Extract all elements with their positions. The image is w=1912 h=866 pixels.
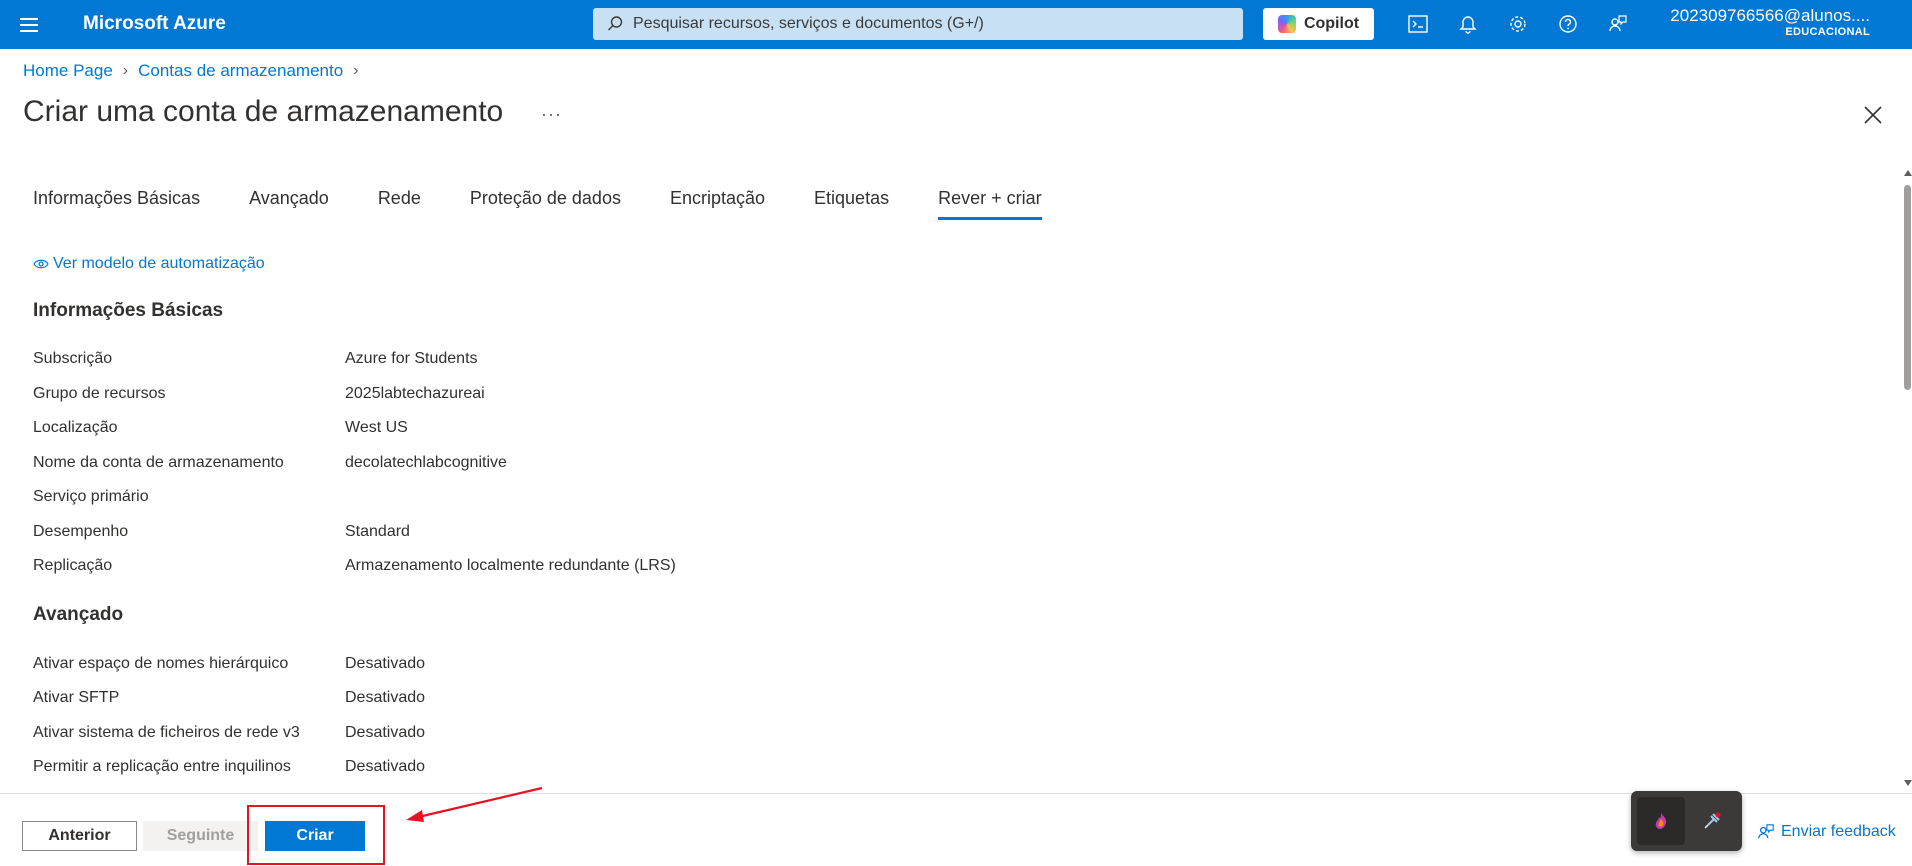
breadcrumb-home-page[interactable]: Home Page (23, 61, 113, 81)
summary-row: Ativar sistema de ficheiros de rede v3 De… (33, 724, 425, 742)
tab-advanced[interactable]: Avançado (249, 188, 329, 220)
summary-row: Replicação Armazenamento localmente redun… (33, 557, 676, 575)
view-automation-template-link[interactable]: Ver modelo de automatização (33, 255, 265, 273)
tab-review-create[interactable]: Rever + criar (938, 188, 1042, 220)
automation-link-label: Ver modelo de automatização (53, 255, 265, 272)
summary-row: Grupo de recursos 2025labtechazureai (33, 385, 485, 403)
previous-button[interactable]: Anterior (22, 821, 137, 851)
row-value: decolatechlabcognitive (345, 454, 507, 471)
row-key: Desempenho (33, 523, 129, 540)
summary-row: Permitir a replicação entre inquilinos De… (33, 758, 425, 776)
row-value: 2025labtechazureai (345, 385, 485, 402)
row-key: Ativar espaço de nomes hierárquico (33, 655, 289, 672)
eye-icon (33, 259, 49, 269)
row-key: Nome da conta de armazenamento (33, 454, 284, 471)
row-value: Desativado (345, 689, 426, 706)
summary-row: Localização West US (33, 419, 408, 437)
send-feedback-link[interactable]: Enviar feedback (1757, 823, 1896, 841)
page-title: Criar uma conta de armazenamento (23, 95, 504, 128)
summary-row: Desempenho Standard (33, 523, 410, 541)
cloud-shell-icon[interactable] (1406, 12, 1430, 36)
copilot-icon (1277, 15, 1296, 33)
row-value: Desativado (345, 724, 426, 741)
summary-row: Ativar espaço de nomes hierárquico Desati… (33, 655, 425, 673)
vertical-scrollbar-thumb[interactable] (1904, 185, 1911, 390)
top-navigation-bar: Microsoft Azure Copilot 202309766566@alu… (0, 0, 1912, 49)
menu-icon[interactable] (16, 12, 42, 38)
row-value: Standard (345, 523, 410, 540)
breadcrumb: Home Page › Contas de armazenamento › (23, 61, 359, 81)
section-title-basics: Informações Básicas (33, 300, 224, 321)
tab-basics[interactable]: Informações Básicas (33, 188, 200, 220)
next-button: Seguinte (143, 821, 258, 851)
row-value: West US (345, 419, 408, 436)
pin-app-icon[interactable] (1688, 797, 1736, 845)
more-options-icon[interactable]: ··· (541, 104, 562, 125)
flame-app-icon[interactable] (1637, 797, 1685, 845)
row-value: Desativado (345, 655, 426, 672)
chevron-right-icon: › (353, 62, 359, 79)
feedback-label: Enviar feedback (1781, 823, 1896, 840)
row-value: Azure for Students (345, 350, 478, 367)
annotation-highlight-box (247, 805, 385, 865)
section-title-advanced: Avançado (33, 604, 124, 625)
search-icon (608, 16, 623, 31)
tab-networking[interactable]: Rede (378, 188, 421, 220)
copilot-button[interactable]: Copilot (1263, 8, 1374, 40)
close-icon[interactable] (1862, 104, 1884, 126)
search-input[interactable] (633, 15, 1233, 33)
row-key: Ativar SFTP (33, 689, 120, 706)
summary-row: Nome da conta de armazenamento decolatech… (33, 454, 507, 472)
row-key: Serviço primário (33, 488, 149, 505)
row-key: Ativar sistema de ficheiros de rede v3 (33, 724, 300, 741)
copilot-label: Copilot (1303, 15, 1360, 32)
row-key: Localização (33, 419, 118, 436)
feedback-icon (1758, 824, 1774, 839)
breadcrumb-storage-accounts[interactable]: Contas de armazenamento (138, 61, 343, 81)
global-search[interactable] (593, 8, 1243, 40)
summary-row: Ativar SFTP Desativado (33, 689, 425, 707)
brand-title[interactable]: Microsoft Azure (83, 13, 226, 35)
help-icon[interactable] (1556, 12, 1580, 36)
row-key: Grupo de recursos (33, 385, 166, 402)
account-email: 202309766566@alunos.... (1670, 6, 1870, 25)
annotation-arrow (406, 786, 543, 822)
summary-row: Serviço primário (33, 488, 345, 506)
account-tier: EDUCACIONAL (1785, 26, 1870, 38)
wizard-tabs: Informações Básicas Avançado Rede Proteç… (33, 188, 1091, 220)
row-key: Permitir a replicação entre inquilinos (33, 758, 291, 775)
tab-tags[interactable]: Etiquetas (814, 188, 889, 220)
chevron-right-icon: › (122, 62, 129, 79)
footer-divider (0, 793, 1912, 794)
settings-gear-icon[interactable] (1506, 12, 1530, 36)
scroll-down-arrow-icon[interactable] (1904, 780, 1912, 786)
row-key: Subscrição (33, 350, 113, 367)
scroll-up-arrow-icon[interactable] (1904, 170, 1912, 176)
tab-encryption[interactable]: Encriptação (670, 188, 765, 220)
row-key: Replicação (33, 557, 113, 574)
summary-row: Subscrição Azure for Students (33, 350, 478, 368)
row-value: Desativado (345, 758, 426, 775)
tab-data-protection[interactable]: Proteção de dados (470, 188, 621, 220)
account-menu[interactable]: 202309766566@alunos.... EDUCACIONAL (1670, 6, 1870, 38)
feedback-person-icon[interactable] (1606, 12, 1630, 36)
notifications-bell-icon[interactable] (1456, 12, 1480, 36)
row-value: Armazenamento localmente redundante (LRS… (345, 557, 676, 574)
floating-mini-toolbar (1631, 791, 1742, 851)
